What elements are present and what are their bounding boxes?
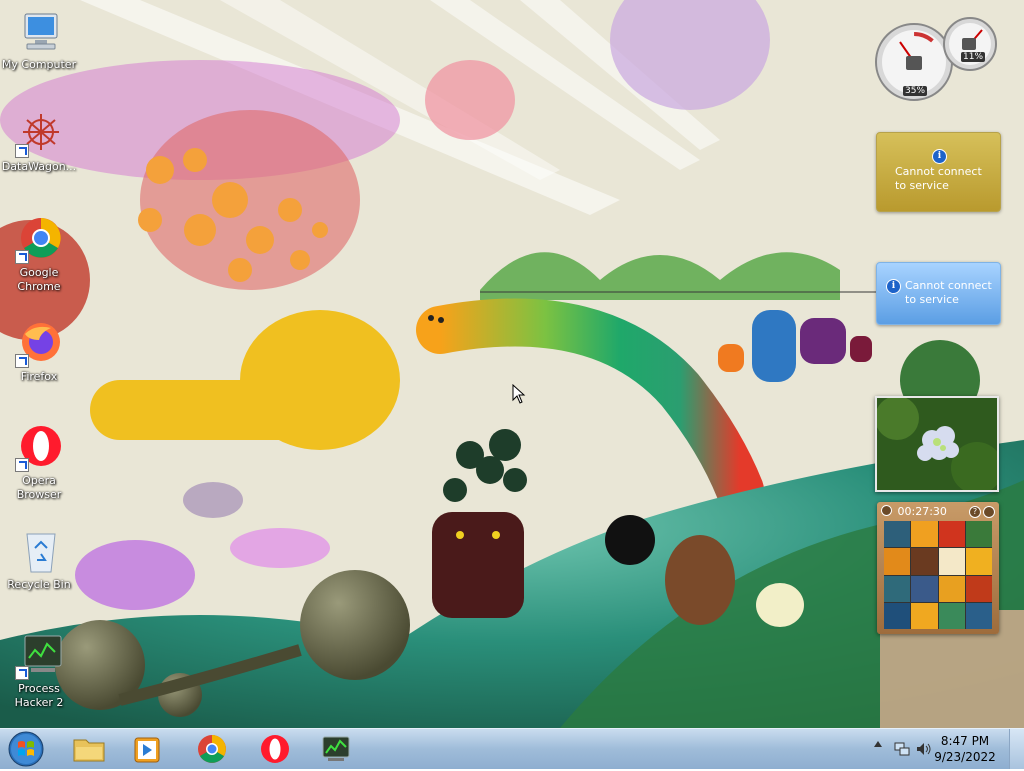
shortcut-arrow-icon (15, 144, 29, 158)
chrome-icon (15, 216, 63, 264)
clock[interactable]: 8:47 PM 9/23/2022 (930, 733, 1000, 765)
puzzle-tile[interactable] (965, 575, 992, 602)
puzzle-tile[interactable] (884, 602, 911, 629)
puzzle-tile[interactable] (965, 548, 992, 575)
slideshow-gadget[interactable] (875, 396, 999, 492)
shortcut-arrow-icon (15, 354, 29, 368)
puzzle-tile[interactable] (911, 602, 938, 629)
taskbar-media-player[interactable] (118, 731, 176, 767)
currency-status-message: Cannot connect to service (905, 279, 992, 306)
show-hidden-icons-icon[interactable] (874, 741, 882, 747)
desktop-icon-label: Recycle Bin (7, 578, 71, 591)
taskbar-process-hacker[interactable] (307, 731, 365, 767)
weather-gadget[interactable]: i Cannot connect to service (876, 132, 1001, 212)
windows-start-icon (8, 731, 44, 767)
puzzle-tile[interactable] (911, 575, 938, 602)
taskbar: 8:47 PM 9/23/2022 (0, 728, 1024, 769)
puzzle-tile[interactable] (938, 521, 965, 548)
desktop-icon-opera[interactable]: Opera Browser (1, 424, 77, 502)
chrome-icon (198, 735, 226, 763)
puzzle-tile[interactable] (938, 575, 965, 602)
desktop-icon-recycle-bin[interactable]: Recycle Bin (1, 528, 77, 592)
start-button[interactable] (4, 730, 48, 768)
puzzle-tile[interactable] (884, 548, 911, 575)
desktop-icon-label: Opera Browser (16, 474, 62, 501)
puzzle-tile[interactable] (884, 575, 911, 602)
memory-usage-value: 11% (961, 52, 986, 62)
show-desktop-button[interactable] (1009, 729, 1024, 769)
desktop-wallpaper (0, 0, 1024, 728)
desktop-icon-label: Process Hacker 2 (14, 682, 64, 709)
puzzle-tile[interactable] (965, 521, 992, 548)
opera-icon (15, 424, 63, 472)
puzzle-timer: 00:27:30 (897, 505, 947, 518)
recycle-bin-icon (15, 528, 63, 576)
process-hacker-icon (15, 632, 63, 680)
puzzle-toolbar: 00:27:30 ? (881, 505, 995, 519)
firefox-icon (15, 320, 63, 368)
taskbar-opera[interactable] (246, 731, 304, 767)
shortcut-arrow-icon (15, 458, 29, 472)
desktop-icon-process-hacker[interactable]: Process Hacker 2 (1, 632, 77, 710)
desktop-icon-my-computer[interactable]: My Computer (1, 8, 77, 72)
notification-area: 8:47 PM 9/23/2022 (864, 729, 1024, 769)
puzzle-tile[interactable] (911, 548, 938, 575)
slideshow-photo (877, 398, 997, 490)
network-icon[interactable] (894, 741, 910, 757)
desktop-icon-google-chrome[interactable]: Google Chrome (1, 216, 77, 294)
currency-gadget[interactable]: i Cannot connect to service (876, 262, 1001, 325)
puzzle-tile[interactable] (938, 548, 965, 575)
puzzle-tile[interactable] (938, 602, 965, 629)
shortcut-arrow-icon (15, 250, 29, 264)
cpu-meter-gadget[interactable]: 35% 11% (872, 12, 1000, 104)
mouse-cursor-icon (512, 384, 526, 404)
puzzle-tile[interactable] (884, 521, 911, 548)
clock-date: 9/23/2022 (934, 750, 996, 764)
desktop-icon-datawagon[interactable]: DataWagon... (1, 110, 77, 174)
puzzle-tile[interactable] (965, 602, 992, 629)
shortcut-arrow-icon (15, 666, 29, 680)
taskbar-chrome[interactable] (183, 731, 241, 767)
pause-icon[interactable] (881, 505, 892, 516)
desktop-icon-label: My Computer (1, 58, 77, 71)
process-hacker-icon (322, 736, 350, 761)
media-player-icon (134, 737, 160, 763)
info-icon: i (886, 279, 901, 294)
shuffle-icon[interactable] (983, 506, 995, 518)
taskbar-file-explorer[interactable] (60, 731, 118, 767)
cpu-usage-value: 35% (903, 86, 928, 96)
file-explorer-icon (73, 739, 105, 762)
puzzle-tile[interactable] (911, 521, 938, 548)
desktop-icon-label: Google Chrome (17, 266, 61, 293)
computer-icon (15, 8, 63, 56)
weather-status-message: Cannot connect to service (895, 165, 982, 192)
info-icon: i (932, 149, 947, 164)
desktop-icon-label: DataWagon... (1, 160, 77, 173)
help-icon[interactable]: ? (969, 506, 981, 518)
picture-puzzle-gadget[interactable]: 00:27:30 ? (877, 502, 999, 634)
datawagon-icon (15, 110, 63, 158)
desktop-icon-label: Firefox (20, 370, 58, 383)
opera-icon (261, 735, 289, 763)
clock-time: 8:47 PM (940, 734, 990, 748)
desktop-icon-firefox[interactable]: Firefox (1, 320, 77, 384)
puzzle-grid[interactable] (884, 521, 992, 629)
